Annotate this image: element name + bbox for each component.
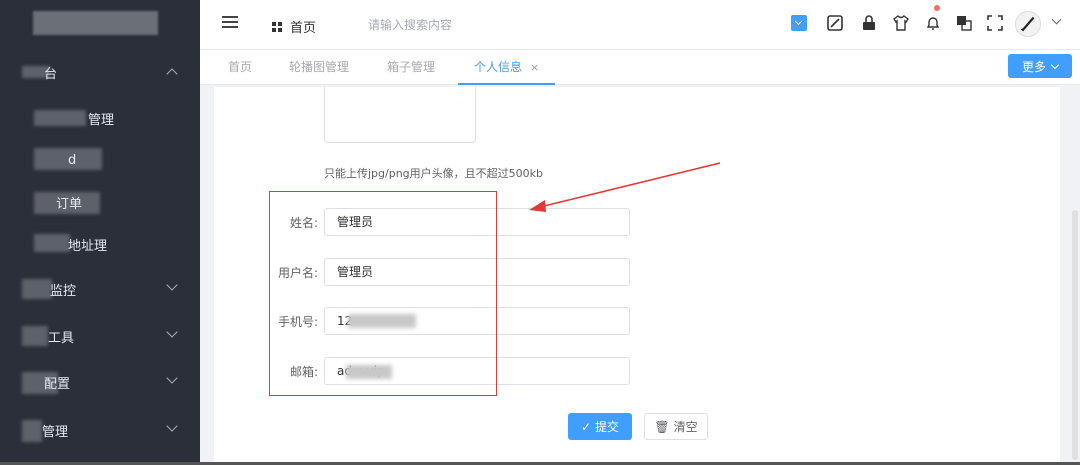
tab-home[interactable]: 首页 — [228, 50, 252, 85]
chevron-down-icon — [166, 420, 178, 432]
close-icon[interactable]: × — [530, 61, 539, 74]
top-header: 首页 — [200, 0, 1080, 50]
sidebar-item-address[interactable]: 地址理 — [0, 222, 200, 266]
sidebar: 台 管理 d 订单 地址理 监控 工具 配置 管理 — [0, 0, 200, 465]
annotation-box — [269, 191, 497, 396]
scrollbar[interactable] — [1072, 210, 1078, 460]
trash-icon: 🗑 — [654, 419, 670, 434]
shirt-icon[interactable] — [892, 14, 910, 32]
upload-hint: 只能上传jpg/png用户头像，且不超过500kb — [324, 167, 544, 180]
menu-toggle-icon[interactable] — [222, 16, 238, 28]
chevron-down-icon — [166, 326, 178, 338]
breadcrumb[interactable]: 首页 — [272, 17, 316, 36]
sidebar-item-tools[interactable]: 工具 — [0, 314, 200, 358]
notification-dot — [934, 5, 940, 11]
clear-button[interactable]: 🗑 清空 — [644, 413, 708, 440]
sidebar-item-sub1[interactable]: 管理 — [0, 96, 200, 140]
tab-boxes[interactable]: 箱子管理 — [387, 50, 435, 85]
sidebar-item-config[interactable]: 配置 — [0, 360, 200, 404]
tab-carousel[interactable]: 轮播图管理 — [289, 50, 349, 85]
tab-profile[interactable]: 个人信息 × — [458, 50, 556, 85]
fullscreen-icon[interactable] — [986, 14, 1004, 32]
chevron-up-icon — [166, 68, 178, 80]
sidebar-item-orders[interactable]: 订单 — [0, 180, 200, 224]
profile-form: 只能上传jpg/png用户头像，且不超过500kb 姓名: 管理员 用户名: 管… — [214, 87, 1060, 465]
clear-label: 清空 — [673, 420, 698, 434]
translate-icon[interactable] — [955, 14, 973, 32]
logo — [33, 11, 158, 35]
check-icon: ✓ — [580, 419, 592, 434]
sidebar-item-monitor[interactable]: 监控 — [0, 267, 200, 311]
breadcrumb-home: 首页 — [290, 21, 317, 36]
chevron-down-icon — [166, 372, 178, 384]
more-button-label: 更多 — [1021, 59, 1046, 74]
more-button[interactable]: 更多 — [1008, 54, 1072, 78]
avatar-uploader[interactable] — [324, 87, 476, 143]
submit-button[interactable]: ✓ 提交 — [568, 413, 632, 440]
theme-icon[interactable] — [826, 14, 844, 32]
sidebar-item-dashboard[interactable]: 台 — [0, 50, 200, 94]
layout-select-icon[interactable] — [791, 15, 807, 31]
sidebar-item-manage[interactable]: 管理 — [0, 408, 200, 452]
submit-label: 提交 — [595, 420, 620, 434]
search-input[interactable] — [368, 15, 528, 35]
avatar[interactable] — [1015, 11, 1041, 37]
lock-icon[interactable] — [860, 14, 878, 32]
grid-icon — [272, 21, 282, 32]
chevron-down-icon — [166, 279, 178, 291]
chevron-down-icon[interactable] — [1051, 14, 1062, 25]
chevron-down-icon — [1050, 60, 1060, 69]
bell-icon[interactable] — [924, 14, 942, 32]
tab-profile-label: 个人信息 — [474, 60, 523, 74]
tab-bar: 首页 轮播图管理 箱子管理 个人信息 × 更多 — [200, 50, 1080, 85]
sidebar-item-sub2[interactable]: d — [0, 138, 200, 182]
